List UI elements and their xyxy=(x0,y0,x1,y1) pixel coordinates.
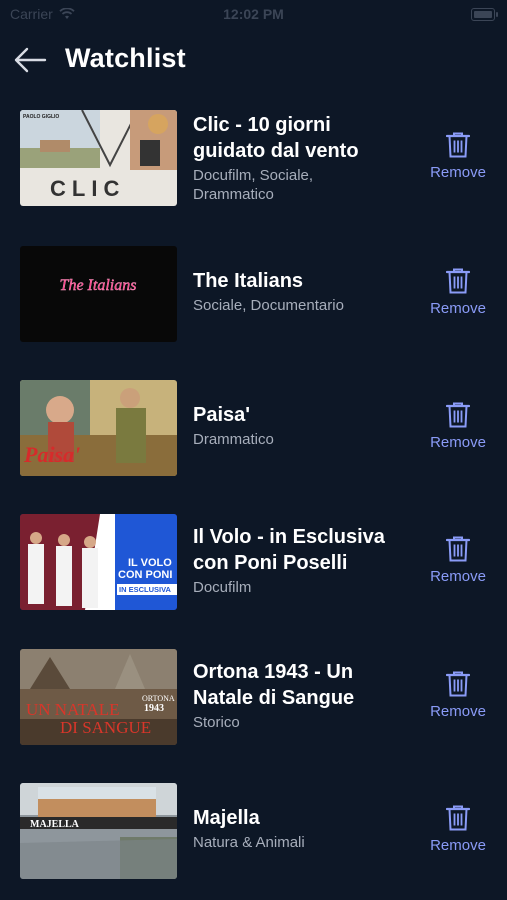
item-genre: Drammatico xyxy=(193,431,274,448)
remove-label: Remove xyxy=(430,434,486,451)
svg-text:IL VOLO: IL VOLO xyxy=(128,557,172,569)
item-genre: Docufilm, Sociale, Drammatico xyxy=(193,167,314,203)
remove-label: Remove xyxy=(430,837,486,854)
svg-text:Paisa': Paisa' xyxy=(23,442,80,467)
poster-paisa: Paisa' xyxy=(20,380,177,476)
trash-icon xyxy=(446,536,470,562)
svg-text:ORTONA: ORTONA xyxy=(142,694,175,703)
battery-icon xyxy=(471,8,498,21)
poster-il-volo: IL VOLO CON PONI IN ESCLUSIVA xyxy=(20,514,177,610)
trash-icon xyxy=(446,132,470,158)
trash-icon xyxy=(446,402,470,428)
svg-text:MAJELLA: MAJELLA xyxy=(30,819,80,830)
svg-text:1943: 1943 xyxy=(144,703,164,714)
remove-button[interactable]: Remove xyxy=(425,536,491,586)
poster-thumbnail[interactable]: Paisa' xyxy=(20,380,177,476)
poster-ortona-1943: ORTONA 1943 UN NATALE DI SANGUE xyxy=(20,649,177,745)
item-info: Ortona 1943 - Un Natale di Sangue Storic… xyxy=(193,659,398,732)
item-title: The Italians xyxy=(193,270,304,292)
poster-clic: PAOLO GIGLIO CLIC xyxy=(20,110,177,206)
item-genre: Sociale, Documentario xyxy=(193,297,344,314)
poster-thumbnail[interactable]: PAOLO GIGLIO CLIC xyxy=(20,110,177,206)
remove-button[interactable]: Remove xyxy=(425,132,491,182)
arrow-left-icon xyxy=(14,47,47,73)
item-info: Il Volo - in Esclusiva con Poni Poselli … xyxy=(193,524,398,597)
item-genre: Natura & Animali xyxy=(193,834,305,851)
trash-icon xyxy=(446,268,470,294)
item-title: Clic - 10 giorni guidato dal vento xyxy=(193,114,359,162)
svg-text:UN NATALE: UN NATALE xyxy=(26,700,120,719)
item-title: Ortona 1943 - Un Natale di Sangue xyxy=(193,661,355,709)
item-genre: Storico xyxy=(193,714,240,731)
item-title: Il Volo - in Esclusiva con Poni Poselli xyxy=(193,526,385,574)
item-title: Majella xyxy=(193,807,260,829)
remove-button[interactable]: Remove xyxy=(425,671,491,721)
back-button[interactable] xyxy=(12,42,48,78)
item-info: Majella Natura & Animali xyxy=(193,805,398,852)
clock: 12:02 PM xyxy=(223,6,284,22)
poster-thumbnail[interactable]: The Italians The Italians xyxy=(20,246,177,342)
svg-text:DI SANGUE: DI SANGUE xyxy=(60,718,151,737)
item-info: Paisa' Drammatico xyxy=(193,402,398,449)
list-item[interactable]: MAJELLA Majella Natura & Animali Remove xyxy=(0,783,507,879)
item-title: Paisa' xyxy=(193,404,251,426)
list-item[interactable]: Paisa' Paisa' Drammatico Remove xyxy=(0,380,507,476)
remove-button[interactable]: Remove xyxy=(425,805,491,855)
poster-thumbnail[interactable]: IL VOLO CON PONI IN ESCLUSIVA xyxy=(20,514,177,610)
poster-thumbnail[interactable]: ORTONA 1943 UN NATALE DI SANGUE xyxy=(20,649,177,745)
svg-text:CLIC: CLIC xyxy=(50,176,125,201)
poster-the-italians: The Italians The Italians xyxy=(20,246,177,342)
header: Watchlist xyxy=(0,36,507,82)
page-title: Watchlist xyxy=(65,43,186,73)
svg-text:PAOLO GIGLIO: PAOLO GIGLIO xyxy=(23,114,59,120)
svg-text:IN ESCLUSIVA: IN ESCLUSIVA xyxy=(119,585,172,594)
poster-thumbnail[interactable]: MAJELLA xyxy=(20,783,177,879)
remove-button[interactable]: Remove xyxy=(425,402,491,452)
list-item[interactable]: ORTONA 1943 UN NATALE DI SANGUE Ortona 1… xyxy=(0,649,507,745)
remove-label: Remove xyxy=(430,164,486,181)
remove-label: Remove xyxy=(430,703,486,720)
status-bar: Carrier 12:02 PM xyxy=(0,0,507,30)
list-item[interactable]: PAOLO GIGLIO CLIC Clic - 10 giorni guida… xyxy=(0,110,507,206)
remove-label: Remove xyxy=(430,568,486,585)
item-genre: Docufilm xyxy=(193,579,252,596)
list-item[interactable]: IL VOLO CON PONI IN ESCLUSIVA Il Volo - … xyxy=(0,514,507,610)
svg-text:CON PONI: CON PONI xyxy=(118,569,172,581)
remove-label: Remove xyxy=(430,300,486,317)
trash-icon xyxy=(446,805,470,831)
item-info: Clic - 10 giorni guidato dal vento Docuf… xyxy=(193,112,398,204)
poster-majella: MAJELLA xyxy=(20,783,177,879)
remove-button[interactable]: Remove xyxy=(425,268,491,318)
item-info: The Italians Sociale, Documentario xyxy=(193,268,398,315)
trash-icon xyxy=(446,671,470,697)
list-item[interactable]: The Italians The Italians The Italians S… xyxy=(0,246,507,342)
svg-text:The Italians: The Italians xyxy=(60,277,137,294)
